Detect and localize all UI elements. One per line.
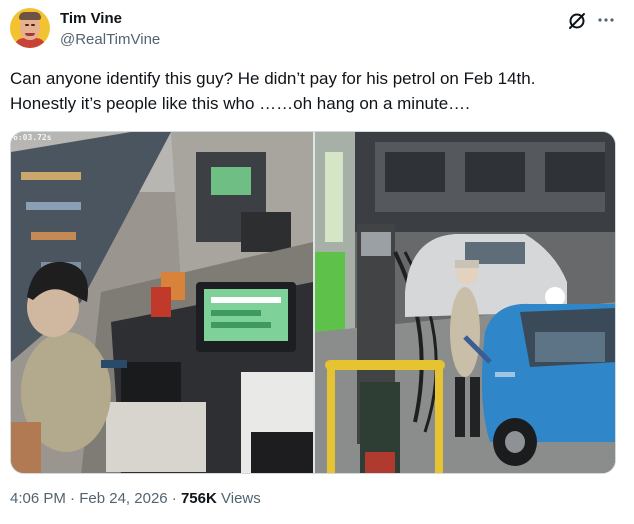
tweet-text-line-2: Honestly it’s people like this who ……oh … <box>10 94 470 113</box>
views-label: Views <box>221 490 261 507</box>
grok-slash-icon[interactable] <box>567 11 587 31</box>
avatar[interactable] <box>10 8 50 48</box>
forecourt-photo[interactable] <box>315 132 615 473</box>
avatar-hair <box>19 12 41 20</box>
avatar-eye-right <box>31 24 35 26</box>
views-count[interactable]: 756K <box>181 490 217 507</box>
author-handle[interactable]: @RealTimVine <box>60 31 160 49</box>
avatar-mouth <box>25 33 35 36</box>
tweet-text-line-1: Can anyone identify this guy? He didn’t … <box>10 69 536 88</box>
tweet-text: Can anyone identify this guy? He didn’t … <box>10 66 620 116</box>
media-grid[interactable]: 6:03.72s <box>10 131 616 474</box>
meta-separator: · <box>70 490 76 507</box>
tweet-card: Tim Vine @RealTimVine Can anyone identif… <box>0 0 634 524</box>
cctv-timestamp: 6:03.72s <box>13 133 52 142</box>
meta-separator-2: · <box>171 490 177 507</box>
tweet-meta: 4:06 PM · Feb 24, 2026 · 756K Views <box>10 490 261 508</box>
more-options-icon[interactable] <box>596 10 616 30</box>
author-display-name[interactable]: Tim Vine <box>60 10 122 28</box>
tweet-date[interactable]: Feb 24, 2026 <box>79 490 167 507</box>
avatar-eye-left <box>25 24 29 26</box>
tweet-time[interactable]: 4:06 PM <box>10 490 66 507</box>
cctv-shop-photo[interactable]: 6:03.72s <box>11 132 313 473</box>
